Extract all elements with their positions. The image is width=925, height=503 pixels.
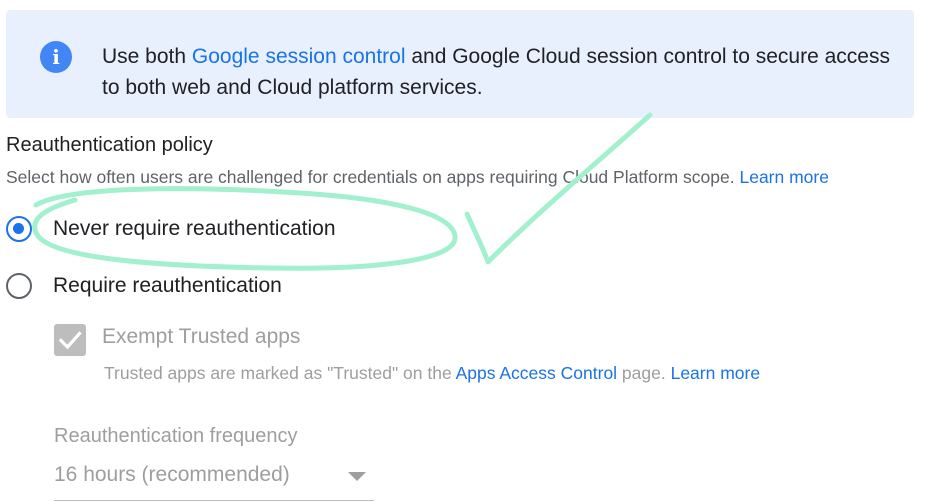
info-banner: i Use both Google session control and Go… xyxy=(6,10,914,118)
checkmark-icon xyxy=(58,331,82,350)
dropdown-arrow-icon xyxy=(348,472,366,481)
trusted-note-before: Trusted apps are marked as "Trusted" on … xyxy=(104,363,456,383)
section-title: Reauthentication policy xyxy=(6,134,213,156)
radio-button-unchecked[interactable] xyxy=(6,273,32,299)
trusted-apps-note: Trusted apps are marked as "Trusted" on … xyxy=(104,363,760,384)
trusted-note-after: page. xyxy=(617,363,671,383)
annotation-checkmark xyxy=(464,112,653,265)
frequency-select[interactable]: 16 hours (recommended) xyxy=(54,460,374,501)
radio-label-never: Never require reauthentication xyxy=(53,217,336,240)
radio-button-checked[interactable] xyxy=(6,216,32,242)
frequency-label: Reauthentication frequency xyxy=(54,425,298,447)
radio-never-reauth[interactable]: Never require reauthentication xyxy=(6,216,336,242)
radio-require-reauth[interactable]: Require reauthentication xyxy=(6,273,282,299)
exempt-trusted-label: Exempt Trusted apps xyxy=(102,325,301,348)
info-icon: i xyxy=(40,41,72,73)
banner-text: Use both Google session control and Goog… xyxy=(102,41,902,103)
trusted-learn-more-link[interactable]: Learn more xyxy=(671,363,761,383)
frequency-select-value: 16 hours (recommended) xyxy=(54,463,290,486)
section-description: Select how often users are challenged fo… xyxy=(6,167,921,188)
radio-label-require: Require reauthentication xyxy=(53,274,282,297)
banner-text-before: Use both xyxy=(102,45,192,68)
exempt-trusted-checkbox[interactable] xyxy=(54,324,86,356)
section-description-text: Select how often users are challenged fo… xyxy=(6,167,740,187)
learn-more-link[interactable]: Learn more xyxy=(739,167,829,187)
apps-access-control-link[interactable]: Apps Access Control xyxy=(456,363,617,383)
google-session-control-link[interactable]: Google session control xyxy=(192,45,406,68)
